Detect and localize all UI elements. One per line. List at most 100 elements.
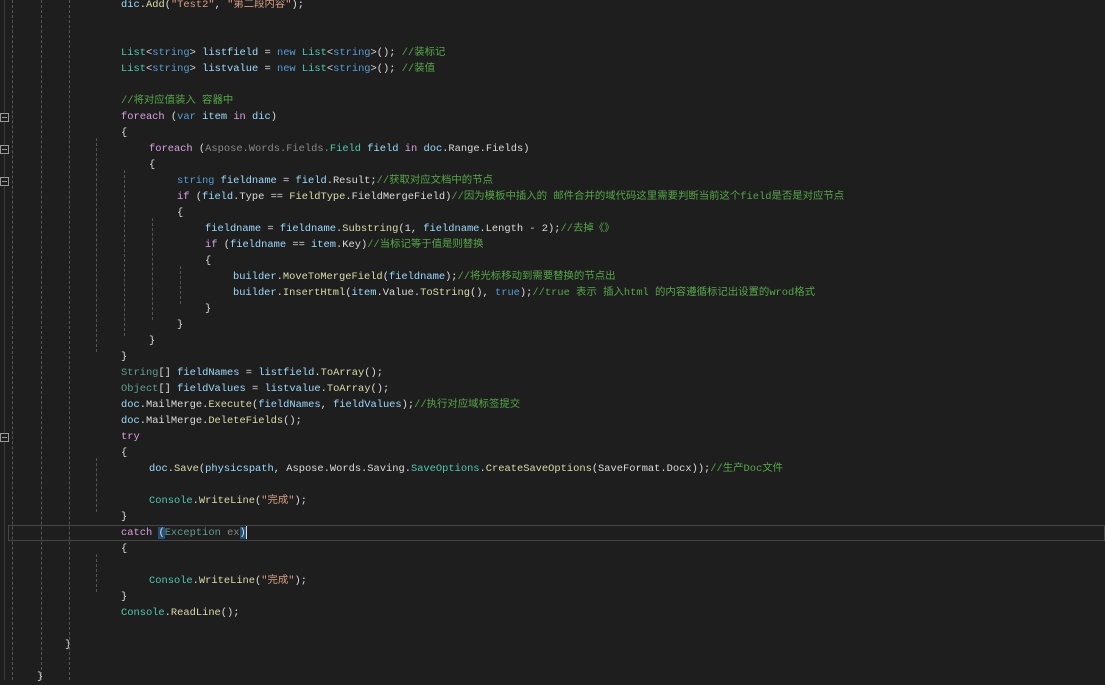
code-line[interactable]: { — [0, 205, 1105, 221]
indent-guide — [12, 0, 13, 680]
code-line[interactable]: } — [0, 637, 1105, 653]
code-token: . — [320, 383, 327, 395]
code-token: Console — [121, 607, 165, 619]
code-token: doc — [121, 415, 140, 427]
code-token: { — [177, 207, 184, 219]
indent-guide — [96, 554, 97, 592]
code-token: "第二段内容" — [227, 0, 292, 11]
code-token: string — [152, 63, 190, 75]
code-line[interactable]: if (fieldname == item.Key)//当标记等于值是则替换 — [0, 237, 1105, 253]
code-token: ( — [189, 191, 202, 203]
code-line[interactable] — [0, 29, 1105, 45]
indent-guide — [152, 218, 153, 320]
code-token: //去掉《》 — [560, 223, 615, 235]
code-line[interactable]: { — [0, 541, 1105, 557]
code-token: . — [276, 287, 283, 299]
code-line[interactable]: try — [0, 429, 1105, 445]
code-line[interactable]: } — [0, 317, 1105, 333]
code-line[interactable]: string fieldname = field.Result;//获取对应文档… — [0, 173, 1105, 189]
code-token: } — [177, 319, 184, 331]
code-line[interactable]: } — [0, 509, 1105, 525]
code-line[interactable]: builder.MoveToMergeField(fieldname);//将光… — [0, 269, 1105, 285]
code-token: .Key) — [336, 239, 368, 251]
code-token: SaveOptions — [410, 463, 480, 475]
fold-collapse-icon[interactable] — [0, 113, 9, 122]
code-line[interactable] — [0, 557, 1105, 573]
code-token: field — [295, 175, 327, 187]
code-token: [] — [158, 367, 178, 379]
code-token: item — [202, 111, 228, 123]
fold-collapse-icon[interactable] — [0, 177, 9, 186]
code-token: { — [205, 255, 212, 267]
code-line[interactable]: } — [0, 589, 1105, 605]
code-token: builder — [233, 271, 277, 283]
code-line[interactable]: } — [0, 349, 1105, 365]
code-token: //将光标移动到需要替换的节点出 — [457, 271, 616, 283]
code-line[interactable]: { — [0, 125, 1105, 141]
code-token: (); — [220, 607, 240, 619]
code-line[interactable]: doc.MailMerge.DeleteFields(); — [0, 413, 1105, 429]
code-token: ToArray — [326, 383, 371, 395]
code-line[interactable]: List<string> listfield = new List<string… — [0, 45, 1105, 61]
code-token: //装标记 — [401, 47, 446, 59]
code-token: . — [192, 495, 199, 507]
code-line[interactable] — [0, 77, 1105, 93]
code-token: Execute — [208, 399, 252, 411]
indent-guide — [96, 458, 97, 512]
code-token: ); — [291, 0, 304, 11]
code-token: fieldname — [205, 223, 262, 235]
code-token: ( — [217, 239, 230, 251]
code-token: WriteLine — [198, 495, 256, 507]
code-line[interactable]: } — [0, 301, 1105, 317]
code-line[interactable]: } — [0, 333, 1105, 349]
code-line[interactable]: builder.InsertHtml(item.Value.ToString()… — [0, 285, 1105, 301]
code-line[interactable]: List<string> listvalue = new List<string… — [0, 61, 1105, 77]
code-line[interactable]: if (field.Type == FieldType.FieldMergeFi… — [0, 189, 1105, 205]
code-token: ( — [382, 271, 389, 283]
code-token: builder — [233, 287, 277, 299]
code-token: //因为模板中插入的 邮件合并的域代码这里需要判断当前这个field是否是对应节… — [451, 191, 845, 203]
code-token: .Result; — [326, 175, 377, 187]
code-line[interactable] — [0, 477, 1105, 493]
code-token: > — [189, 63, 203, 75]
code-line[interactable]: String[] fieldNames = listfield.ToArray(… — [0, 365, 1105, 381]
code-token: listvalue — [264, 383, 321, 395]
code-line[interactable]: Console.WriteLine("完成"); — [0, 573, 1105, 589]
code-token: new — [276, 63, 296, 75]
code-line[interactable]: fieldname = fieldname.Substring(1, field… — [0, 221, 1105, 237]
code-line[interactable]: Console.WriteLine("完成"); — [0, 493, 1105, 509]
code-token: ); — [401, 399, 415, 411]
code-token: List — [121, 47, 146, 59]
fold-collapse-icon[interactable] — [0, 145, 9, 154]
code-line[interactable]: //将对应值装入 容器中 — [0, 93, 1105, 109]
code-line[interactable]: } — [0, 669, 1105, 685]
code-token: new — [276, 47, 296, 59]
code-line[interactable]: { — [0, 253, 1105, 269]
code-line[interactable]: Console.ReadLine(); — [0, 605, 1105, 621]
code-token: ) — [239, 527, 246, 539]
code-line[interactable]: dic.Add("Test2", "第二段内容"); — [0, 0, 1105, 13]
code-token: = — [258, 47, 277, 59]
code-token: = — [239, 367, 259, 379]
code-line[interactable] — [0, 13, 1105, 29]
code-line[interactable]: { — [0, 157, 1105, 173]
code-token: dic — [121, 0, 140, 11]
code-line[interactable]: doc.Save(physicspath, Aspose.Words.Savin… — [0, 461, 1105, 477]
code-line[interactable] — [0, 621, 1105, 637]
code-token: Substring — [342, 223, 399, 235]
fold-collapse-icon[interactable] — [0, 433, 9, 442]
code-token: //true 表示 插入html 的内容遵循标记出设置的wrod格式 — [532, 287, 816, 299]
code-line[interactable]: foreach (var item in dic) — [0, 109, 1105, 125]
code-token: ( — [158, 527, 165, 539]
code-line[interactable]: Object[] fieldValues = listvalue.ToArray… — [0, 381, 1105, 397]
code-line[interactable] — [0, 653, 1105, 669]
code-token: fieldname — [423, 223, 480, 235]
code-token: ( — [345, 287, 352, 299]
code-editor[interactable]: dic.Add("Test2", "第二段内容"); List<string> l… — [0, 0, 1105, 685]
code-line[interactable]: doc.MailMerge.Execute(fieldNames, fieldV… — [0, 397, 1105, 413]
code-line[interactable]: foreach (Aspose.Words.Fields.Field field… — [0, 141, 1105, 157]
code-token: .MailMerge. — [139, 415, 209, 427]
code-token: .Value. — [376, 287, 421, 299]
code-line[interactable]: { — [0, 445, 1105, 461]
current-code-line[interactable]: catch (Exception ex) — [0, 525, 1105, 541]
